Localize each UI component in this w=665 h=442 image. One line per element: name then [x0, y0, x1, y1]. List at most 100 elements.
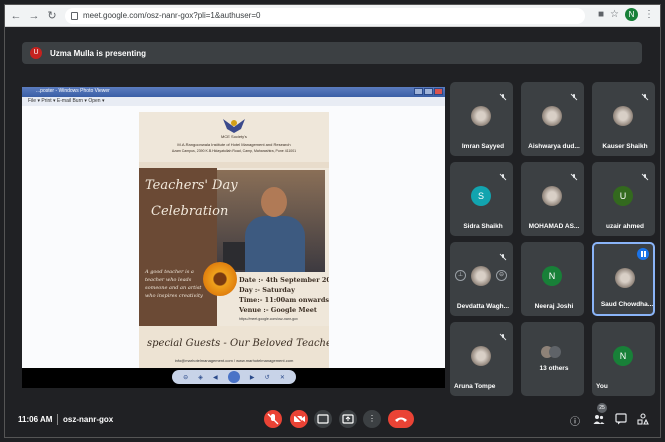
- maximize-icon: [424, 88, 433, 95]
- reload-icon[interactable]: ↻: [45, 9, 59, 23]
- poster-title-line1: Teachers' Day: [145, 178, 238, 193]
- mic-off-icon: [570, 168, 578, 181]
- menu-dots-icon[interactable]: ⋮: [644, 9, 654, 20]
- viewer-menubar: File ▾ Print ▾ E-mail Burn ▾ Open ▾: [22, 97, 445, 106]
- profile-avatar[interactable]: N: [625, 8, 638, 21]
- participant-tile[interactable]: Saud Chowdha...: [592, 242, 655, 316]
- participant-tile[interactable]: ⊥ ⊖ Devdatta Wagh...: [450, 242, 513, 316]
- avatar: N: [613, 346, 633, 366]
- avatar: [615, 268, 635, 288]
- minimize-icon: [414, 88, 423, 95]
- poster-date: Date :- 4th September 2021: [239, 276, 329, 284]
- poster-campus: Azam Campus, 2390 K.B.Hidayatullah Road,…: [171, 149, 297, 153]
- end-call-icon[interactable]: [388, 410, 414, 428]
- participant-tile[interactable]: MOHAMAD AS...: [521, 162, 584, 236]
- mic-off-icon: [499, 88, 507, 101]
- viewer-titlebar: ...poster - Windows Photo Viewer: [22, 87, 445, 97]
- close-icon: [434, 88, 443, 95]
- present-icon[interactable]: [339, 410, 357, 428]
- participant-name: Sidra Shaikh: [463, 223, 503, 230]
- people-count-badge: 25: [597, 403, 607, 413]
- browser-toolbar: ← → ↻ meet.google.com/osz-nanr-gox?pli=1…: [5, 5, 660, 27]
- avatar: [549, 346, 561, 358]
- star-icon[interactable]: ☆: [610, 9, 619, 20]
- participant-tile[interactable]: Imran Sayyed: [450, 82, 513, 156]
- participant-name: Saud Chowdha...: [600, 301, 654, 308]
- captions-icon[interactable]: [314, 410, 332, 428]
- address-bar[interactable]: meet.google.com/osz-nanr-gox?pli=1&authu…: [65, 7, 585, 24]
- camera-status-icon[interactable]: ■: [598, 9, 604, 20]
- others-avatar-stack: [541, 344, 565, 360]
- people-icon[interactable]: [593, 413, 605, 428]
- participant-name: Devdatta Wagh...: [456, 303, 510, 310]
- participant-name: Neeraj Joshi: [534, 303, 574, 310]
- remove-icon[interactable]: ⊖: [496, 270, 507, 281]
- emblem-logo: [223, 119, 245, 133]
- poster-society: MCE Society's: [221, 134, 247, 139]
- poster-institute: M.A.Rangoonwala Institute of Hotel Manag…: [177, 142, 291, 147]
- poster-time: Time:- 11:00am onwards: [239, 296, 329, 304]
- zoom-icon: ⊖: [183, 374, 189, 381]
- info-icon[interactable]: ⓘ: [570, 413, 580, 428]
- mic-off-icon: [570, 88, 578, 101]
- participant-tile[interactable]: Aishwarya dud...: [521, 82, 584, 156]
- mic-off-icon: [641, 168, 649, 181]
- delete-icon: ✕: [279, 374, 285, 381]
- activities-icon[interactable]: [637, 413, 649, 428]
- viewer-controls: ⊖ ◈ ◀ ▶ ↺ ✕: [172, 370, 296, 384]
- lock-icon: [71, 11, 78, 20]
- avatar: [542, 186, 562, 206]
- avatar: S: [471, 186, 491, 206]
- next-icon: ▶: [249, 374, 255, 381]
- presenter-avatar: U: [30, 47, 42, 59]
- participant-tile[interactable]: S Sidra Shaikh: [450, 162, 513, 236]
- chat-icon[interactable]: [615, 413, 627, 428]
- more-options-icon[interactable]: ⋮: [363, 410, 381, 428]
- participant-tile[interactable]: N Neeraj Joshi: [521, 242, 584, 316]
- poster-torn-edge: [139, 162, 329, 168]
- mic-off-icon: [499, 168, 507, 181]
- participant-name: You: [596, 383, 608, 390]
- participant-name: Imran Sayyed: [461, 143, 505, 150]
- participant-name: Aruna Tompe: [454, 383, 496, 390]
- participant-tile[interactable]: Uuzair ahmed: [592, 162, 655, 236]
- participant-tile[interactable]: Aruna Tompe: [450, 322, 513, 396]
- meeting-code: osz-nanr-gox: [63, 415, 114, 424]
- poster-quote: A good teacher is a teacher who leads so…: [145, 269, 203, 299]
- back-arrow-icon[interactable]: ←: [9, 9, 23, 23]
- fit-icon: ◈: [198, 374, 203, 381]
- mic-off-icon: [641, 88, 649, 101]
- presenting-label: Uzma Mulla is presenting: [50, 48, 147, 58]
- participant-name: Aishwarya dud...: [528, 143, 580, 150]
- avatar: [471, 346, 491, 366]
- participant-tile[interactable]: 13 others: [521, 322, 584, 396]
- participant-name: 13 others: [539, 365, 569, 372]
- avatar: [613, 106, 633, 126]
- participant-name: Kauser Shaikh: [602, 143, 648, 150]
- teacher-body: [245, 216, 305, 272]
- presenting-banner: U Uzma Mulla is presenting: [22, 42, 642, 64]
- divider: [57, 414, 58, 425]
- poster-guests: special Guests - Our Beloved Teachers: [147, 338, 329, 349]
- camera-off-icon[interactable]: [290, 410, 308, 428]
- pin-icon[interactable]: ⊥: [455, 270, 466, 281]
- mic-off-icon: [499, 328, 507, 341]
- slideshow-icon: [227, 371, 240, 383]
- meeting-controls-bar: 11:06 AM osz-nanr-gox ⋮ ⓘ 25: [5, 401, 660, 437]
- poster-footer: info@marhotelmanagement.com / www.marhot…: [174, 358, 294, 363]
- teachers-day-poster: MCE Society's M.A.Rangoonwala Institute …: [139, 112, 329, 368]
- participant-tile[interactable]: Kauser Shaikh: [592, 82, 655, 156]
- mic-off-icon: [499, 248, 507, 261]
- mic-off-icon[interactable]: [264, 410, 282, 428]
- avatar: [542, 106, 562, 126]
- avatar: U: [613, 186, 633, 206]
- meet-window: ← → ↻ meet.google.com/osz-nanr-gox?pli=1…: [4, 4, 661, 438]
- tile-hover-tools: ⊥: [455, 270, 466, 281]
- teacher-head: [261, 187, 287, 217]
- speaking-indicator-icon: [637, 248, 649, 260]
- shared-screen: ...poster - Windows Photo Viewer File ▾ …: [22, 87, 445, 388]
- forward-arrow-icon[interactable]: →: [27, 9, 41, 23]
- participant-tile[interactable]: N You: [592, 322, 655, 396]
- clock: 11:06 AM: [18, 415, 53, 424]
- avatar: [471, 266, 491, 286]
